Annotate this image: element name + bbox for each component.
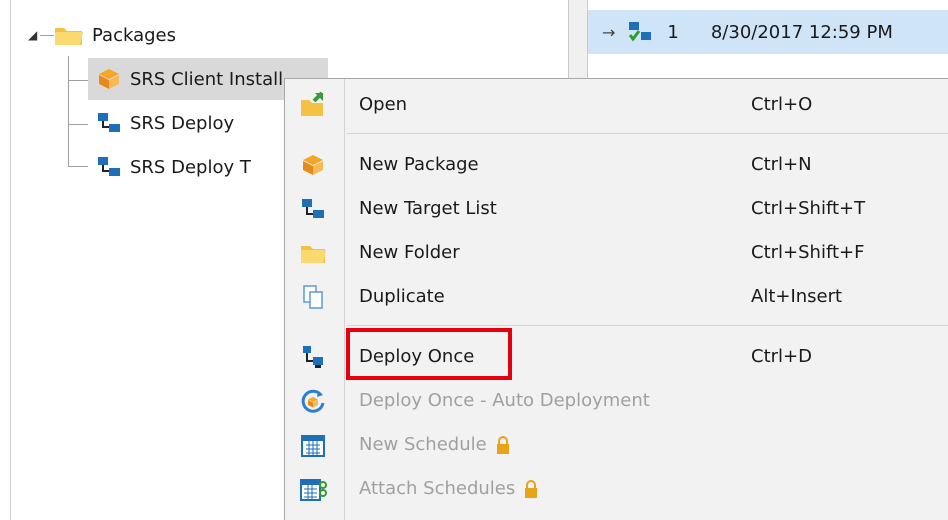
- package-icon: [99, 69, 119, 89]
- menu-item-open[interactable]: Open Ctrl+O: [285, 83, 948, 127]
- menu-item-duplicate[interactable]: Duplicate Alt+Insert: [285, 275, 948, 319]
- deployment-number: 1: [667, 21, 679, 43]
- tree-connector: [68, 80, 88, 81]
- folder-icon: [55, 28, 83, 45]
- tree-node-srs-deploy-t[interactable]: SRS Deploy T: [88, 146, 288, 188]
- tree-root-line: [10, 0, 11, 520]
- target-list-icon: [98, 157, 120, 176]
- deploy-once-highlight: [346, 328, 512, 380]
- tree-connector: [40, 35, 54, 36]
- menu-item-label: Duplicate: [359, 286, 445, 307]
- menu-item-label: Deploy Once - Auto Deployment: [359, 390, 650, 411]
- menu-item-label: New Target List: [359, 198, 497, 219]
- tree-node-label: SRS Deploy T: [130, 156, 251, 178]
- calendar-attach-icon: [300, 479, 327, 501]
- menu-item-shortcut: Ctrl+O: [751, 94, 813, 115]
- menu-item-shortcut: Ctrl+Shift+F: [751, 242, 865, 263]
- menu-item-new-schedule[interactable]: New Schedule: [285, 423, 948, 467]
- menu-item-label-text: Attach Schedules: [359, 478, 516, 499]
- collapse-expander-icon[interactable]: ◢: [28, 28, 37, 42]
- menu-item-label: Open: [359, 94, 408, 115]
- menu-item-label: New Folder: [359, 242, 460, 263]
- tree-node-label: Packages: [92, 24, 176, 46]
- menu-separator: [347, 133, 948, 134]
- menu-item-attach-schedules[interactable]: Attach Schedules: [285, 467, 948, 511]
- lock-icon: [525, 480, 538, 498]
- target-list-icon: [302, 199, 324, 218]
- tree-connector: [68, 166, 88, 167]
- menu-separator: [347, 325, 948, 326]
- menu-item-deploy-once-auto[interactable]: Deploy Once - Auto Deployment: [285, 379, 948, 423]
- menu-item-label: New Package: [359, 154, 479, 175]
- tree-connector: [68, 56, 69, 166]
- menu-item-shortcut: Ctrl+N: [751, 154, 812, 175]
- folder-icon: [301, 246, 326, 263]
- menu-item-shortcut: Ctrl+D: [751, 346, 812, 367]
- tree-connector: [68, 124, 88, 125]
- package-icon: [303, 155, 323, 175]
- menu-item-label: New Schedule: [359, 423, 511, 467]
- auto-deploy-icon: [301, 389, 325, 413]
- menu-item-label-text: New Schedule: [359, 434, 487, 455]
- menu-item-label: Attach Schedules: [359, 467, 539, 511]
- arrow-right-icon: →: [602, 22, 616, 42]
- tree-node-label: SRS Deploy: [130, 112, 235, 134]
- deployment-date: 8/30/2017 12:59 PM: [710, 21, 893, 43]
- deployment-row[interactable]: → 1 8/30/2017 12:59 PM: [588, 10, 948, 54]
- tree-node-srs-deploy[interactable]: SRS Deploy: [88, 102, 288, 144]
- lock-icon: [496, 436, 509, 454]
- duplicate-icon: [303, 285, 323, 309]
- menu-item-new-package[interactable]: New Package Ctrl+N: [285, 143, 948, 187]
- target-list-icon: [98, 113, 120, 132]
- deploy-icon: [303, 346, 323, 368]
- calendar-icon: [301, 435, 325, 457]
- menu-item-new-target-list[interactable]: New Target List Ctrl+Shift+T: [285, 187, 948, 231]
- tree-node-packages[interactable]: Packages: [54, 14, 294, 56]
- deployment-status-icon: [629, 22, 652, 42]
- context-menu: Open Ctrl+O New Package Ctrl+N New Targe…: [284, 78, 948, 520]
- open-icon: [301, 91, 324, 116]
- menu-item-shortcut: Ctrl+Shift+T: [751, 198, 866, 219]
- menu-item-shortcut: Alt+Insert: [751, 286, 843, 307]
- tree-node-label: SRS Client Install: [130, 68, 284, 90]
- menu-item-new-folder[interactable]: New Folder Ctrl+Shift+F: [285, 231, 948, 275]
